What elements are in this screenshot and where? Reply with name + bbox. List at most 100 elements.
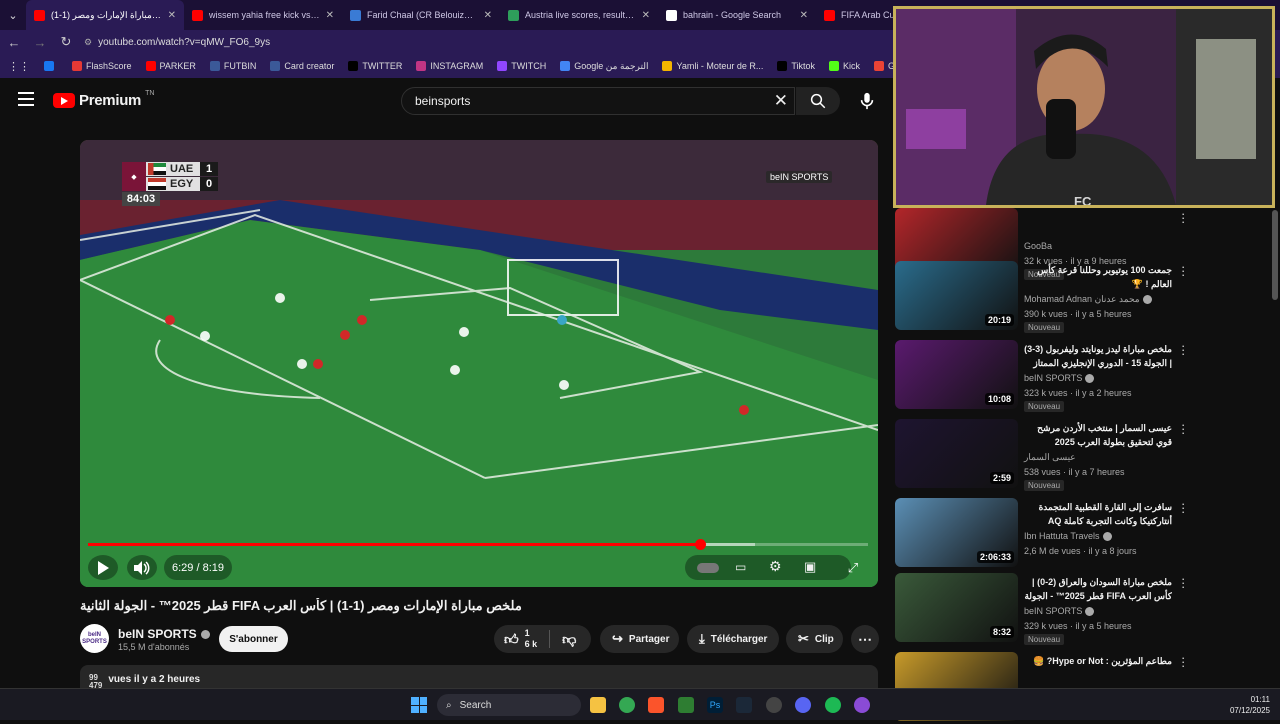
clear-search-icon[interactable]: ✕ — [774, 91, 788, 111]
back-arrow-icon[interactable]: ← — [6, 35, 22, 50]
video-thumbnail[interactable]: 2:59 — [895, 419, 1018, 488]
more-vertical-icon[interactable]: · · · — [1181, 418, 1187, 439]
bookmark-item[interactable]: FUTBIN — [209, 61, 256, 71]
bookmark-item[interactable]: Yamli - Moteur de R... — [662, 61, 763, 71]
browser-tab[interactable]: wissem yahia free kick vs zamale ✕ — [184, 0, 342, 30]
more-vertical-icon[interactable]: · · · — [1181, 339, 1187, 360]
browser-tab[interactable]: Austria live scores, results, fixtu ✕ — [500, 0, 658, 30]
bookmark-item[interactable]: PARKER — [145, 61, 196, 71]
taskbar-search[interactable]: ⌕ Search — [437, 694, 581, 716]
bookmark-item[interactable]: Kick — [829, 61, 860, 71]
video-title[interactable]: ملخص مباراة ليدز يونايتد وليفربول (3-3) … — [1024, 342, 1172, 370]
share-button[interactable]: ↪ Partager — [600, 625, 679, 653]
reload-icon[interactable]: ↻ — [58, 34, 74, 50]
video-title[interactable]: عيسى السمار | منتخب الأردن مرشح قوي لتحق… — [1024, 421, 1172, 449]
like-button[interactable]: 👍︎ 1 6 k — [504, 628, 537, 650]
search-input[interactable]: beinsports ✕ — [401, 87, 795, 115]
apps-grid-icon[interactable]: ⋮⋮ — [8, 60, 30, 73]
recommended-video[interactable]: 20:19 جمعت 100 يوتيوبر وحللنا قرعة كأس ال… — [895, 260, 1187, 333]
more-vertical-icon[interactable]: · · · — [1181, 572, 1187, 593]
tab-close-icon[interactable]: ✕ — [642, 10, 650, 21]
menu-hamburger-icon[interactable] — [18, 92, 34, 106]
video-thumbnail[interactable]: 10:08 — [895, 340, 1018, 409]
download-button[interactable]: ⤓ Télécharger — [687, 625, 779, 653]
page-scrollbar[interactable] — [1272, 210, 1278, 300]
brave-icon[interactable] — [648, 697, 664, 713]
bookmark-label: FlashScore — [86, 61, 132, 71]
steam-icon[interactable] — [736, 697, 752, 713]
subtitles-icon[interactable]: ▭ — [735, 560, 746, 574]
channel-name[interactable]: beIN SPORTS — [118, 627, 210, 641]
terminal-icon[interactable] — [678, 697, 694, 713]
bookmark-item[interactable]: INSTAGRAM — [416, 61, 483, 71]
bookmark-item[interactable]: Tiktok — [777, 61, 815, 71]
more-actions-button[interactable]: ⋯ — [851, 625, 879, 653]
fullscreen-icon[interactable]: ⤢ — [838, 555, 868, 580]
file-explorer-icon[interactable] — [590, 697, 606, 713]
browser-active-icon[interactable] — [854, 697, 870, 713]
recommended-video[interactable]: 8:32 ملخص مباراة السودان والعراق (2-0) | … — [895, 572, 1187, 645]
chrome-icon[interactable] — [619, 697, 635, 713]
recommended-video[interactable]: 2:06:33 سافرت إلى القارة القطبية المتجمدة… — [895, 497, 1187, 570]
autoplay-toggle[interactable] — [697, 563, 719, 573]
more-vertical-icon[interactable]: · · · — [1181, 207, 1187, 228]
url-field[interactable]: ⚙ youtube.com/watch?v=qMW_FO6_9ys — [84, 37, 270, 48]
tab-close-icon[interactable]: ✕ — [484, 10, 492, 21]
photoshop-icon[interactable]: Ps — [707, 697, 723, 713]
tab-close-icon[interactable]: ✕ — [800, 10, 808, 21]
channel-name[interactable]: Ibn Hattuta Travels — [1024, 531, 1112, 541]
video-title[interactable]: ملخص مباراة السودان والعراق (2-0) | كأس … — [1024, 575, 1172, 603]
browser-tab[interactable]: (1-1) ملخص مباراة الإمارات ومصر ✕ — [26, 0, 184, 30]
video-thumbnail[interactable]: 2:06:33 — [895, 498, 1018, 567]
spotify-icon[interactable] — [825, 697, 841, 713]
video-player[interactable]: UAE 1 EGY 0 84:03 ◆ beIN SPORTS 6:29 / 8… — [80, 140, 878, 587]
more-vertical-icon[interactable]: · · · — [1181, 497, 1187, 518]
bookmark-item[interactable]: TWITCH — [497, 61, 546, 71]
voice-search-button[interactable] — [852, 87, 882, 115]
forward-arrow-icon[interactable]: → — [32, 35, 48, 50]
channel-name[interactable]: beIN SPORTS — [1024, 373, 1095, 383]
video-title[interactable]: مطاعم المؤثرين : Hype or Not? 🍔 — [1024, 654, 1172, 668]
channel-name[interactable]: GooBa — [1024, 241, 1052, 251]
scissors-icon: ✂ — [798, 631, 809, 646]
github-icon[interactable] — [766, 697, 782, 713]
url-text: youtube.com/watch?v=qMW_FO6_9ys — [98, 36, 271, 48]
tab-close-icon[interactable]: ✕ — [168, 10, 176, 21]
bookmark-item[interactable]: TWITTER — [348, 61, 402, 71]
system-clock[interactable]: 01:11 07/12/2025 — [1230, 694, 1270, 716]
video-title[interactable]: سافرت إلى القارة القطبية المتجمدة أنتارك… — [1024, 500, 1172, 528]
search-button[interactable] — [796, 87, 840, 115]
bookmark-item[interactable] — [44, 61, 58, 71]
channel-name[interactable]: Mohamad Adnan محمد عدنان — [1024, 294, 1152, 305]
video-thumbnail[interactable]: 8:32 — [895, 573, 1018, 642]
more-vertical-icon[interactable]: · · · — [1181, 651, 1187, 672]
video-title[interactable]: جمعت 100 يوتيوبر وحللنا قرعة كأس العالم … — [1024, 263, 1172, 291]
discord-icon[interactable] — [795, 697, 811, 713]
channel-name[interactable]: beIN SPORTS — [1024, 606, 1095, 616]
site-info-icon[interactable]: ⚙ — [84, 37, 92, 48]
theater-mode-icon[interactable]: ▣ — [804, 559, 816, 575]
youtube-premium-logo[interactable]: Premium TN — [53, 90, 154, 109]
play-button[interactable] — [88, 555, 118, 580]
channel-name[interactable]: عيسى السمار — [1024, 452, 1076, 463]
browser-tab[interactable]: bahrain - Google Search ✕ — [658, 0, 816, 30]
more-vertical-icon[interactable]: · · · — [1181, 260, 1187, 281]
tab-list-chevron-icon[interactable]: ⌄ — [0, 0, 26, 30]
subscribe-button[interactable]: S'abonner — [219, 626, 288, 652]
tab-close-icon[interactable]: ✕ — [326, 10, 334, 21]
recommended-video[interactable]: 2:59 عيسى السمار | منتخب الأردن مرشح قوي … — [895, 418, 1187, 491]
dislike-button[interactable]: 👎︎ — [562, 631, 576, 648]
bookmark-item[interactable]: Google الترجمة من — [560, 61, 648, 72]
recommended-video[interactable]: 10:08 ملخص مباراة ليدز يونايتد وليفربول (… — [895, 339, 1187, 412]
bookmark-item[interactable]: FlashScore — [72, 61, 132, 71]
seek-bar[interactable] — [88, 539, 868, 550]
clip-button[interactable]: ✂ Clip — [786, 625, 843, 653]
windows-start-icon[interactable] — [411, 697, 427, 713]
channel-avatar[interactable]: beIN SPORTS — [80, 624, 109, 653]
settings-gear-icon[interactable]: ⚙ — [769, 558, 782, 575]
browser-tab[interactable]: Farid Chaal (CR Belouizdad) Sta ✕ — [342, 0, 500, 30]
bookmark-item[interactable]: Card creator — [270, 61, 334, 71]
volume-button[interactable] — [127, 555, 157, 580]
video-thumbnail[interactable]: 20:19 — [895, 261, 1018, 330]
seek-bar-played — [88, 543, 701, 546]
